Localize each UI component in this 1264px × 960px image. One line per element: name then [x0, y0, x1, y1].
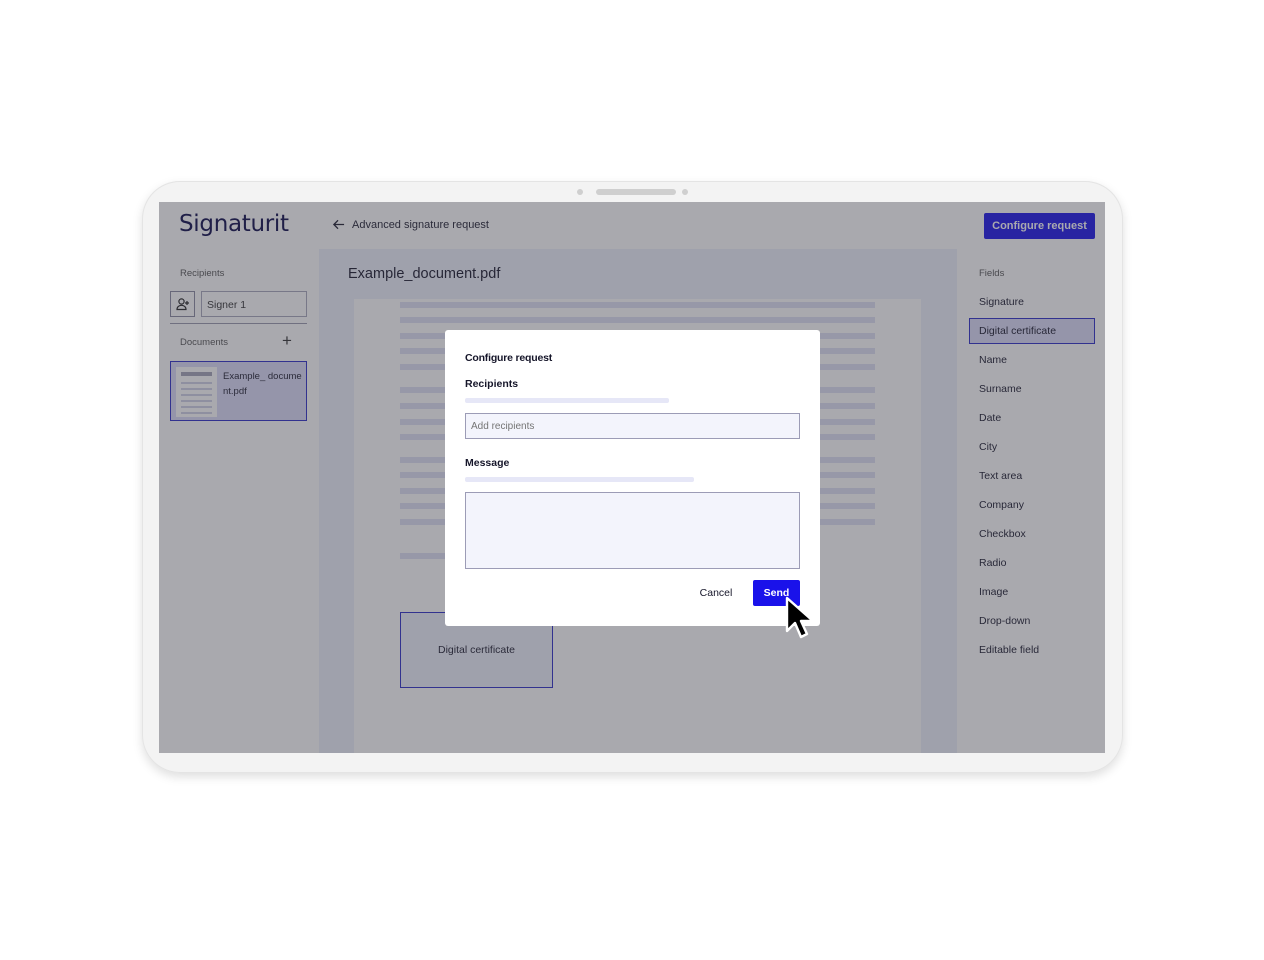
recipients-hint-placeholder	[465, 398, 669, 403]
message-hint-placeholder	[465, 477, 694, 482]
mouse-pointer-icon	[785, 596, 815, 639]
speaker-bar	[596, 189, 676, 195]
recipients-input[interactable]	[465, 413, 800, 439]
cancel-button[interactable]: Cancel	[691, 580, 741, 606]
camera-dot	[577, 189, 583, 195]
message-label: Message	[465, 457, 510, 469]
configure-request-dialog: Configure request Recipients Message Can…	[445, 330, 820, 626]
dialog-title: Configure request	[465, 352, 553, 364]
app-screen: Signaturit Advanced signature request Co…	[159, 202, 1105, 753]
recipients-label: Recipients	[465, 378, 519, 390]
message-textarea[interactable]	[465, 492, 800, 569]
sensor-dot	[682, 189, 688, 195]
